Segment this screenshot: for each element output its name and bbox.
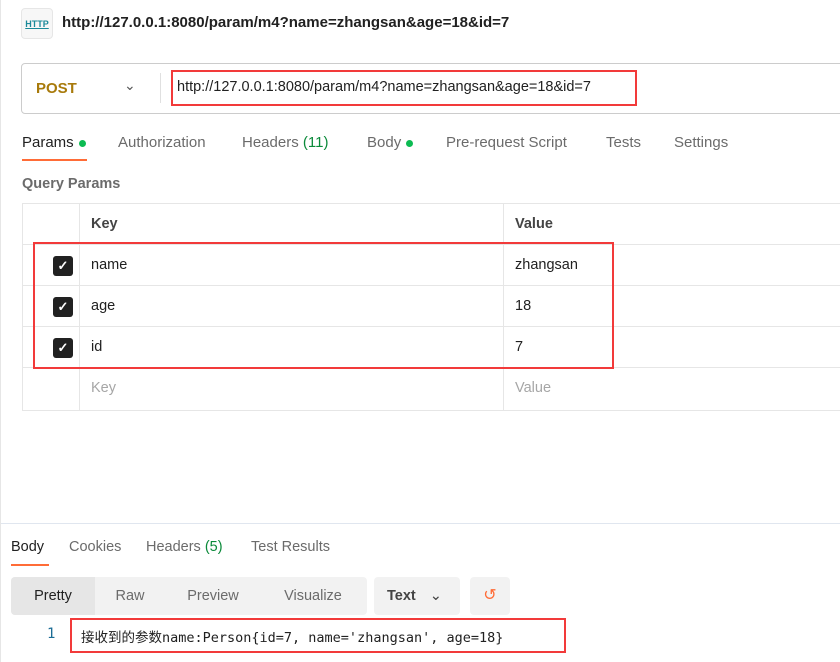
tab-prerequest-script[interactable]: Pre-request Script — [446, 134, 567, 151]
method-select[interactable]: POST — [36, 80, 77, 97]
format-select[interactable]: Text ⌄ — [374, 577, 460, 615]
response-tab-cookies[interactable]: Cookies — [69, 539, 121, 555]
view-pretty[interactable]: Pretty — [11, 577, 95, 615]
key-input[interactable]: Key — [91, 380, 116, 396]
active-tab-underline — [22, 159, 87, 161]
highlight-box — [70, 618, 566, 653]
response-tab-headers[interactable]: Headers (5) — [146, 539, 223, 555]
table-header: Key Value — [23, 204, 840, 245]
divider — [1, 523, 840, 524]
request-title: http://127.0.0.1:8080/param/m4?name=zhan… — [62, 14, 510, 31]
wrap-lines-icon[interactable]: ↺ — [470, 577, 510, 615]
view-mode-group: Pretty Raw Preview Visualize — [11, 577, 367, 615]
active-tab-underline — [11, 564, 49, 566]
tab-body[interactable]: Body — [367, 134, 414, 151]
tab-settings[interactable]: Settings — [674, 134, 728, 151]
chevron-down-icon[interactable]: ⌄ — [124, 77, 136, 94]
tab-authorization[interactable]: Authorization — [118, 134, 206, 151]
value-input[interactable]: Value — [515, 380, 551, 396]
response-tab-test-results[interactable]: Test Results — [251, 539, 330, 555]
status-dot — [406, 139, 414, 147]
tab-tests[interactable]: Tests — [606, 134, 641, 151]
tab-headers[interactable]: Headers (11) — [242, 134, 328, 151]
divider — [160, 73, 161, 103]
view-visualize[interactable]: Visualize — [267, 577, 359, 615]
http-icon: HTTP — [21, 8, 53, 39]
table-row-empty: Key Value — [23, 368, 840, 409]
tab-params[interactable]: Params — [22, 134, 86, 151]
chevron-down-icon: ⌄ — [429, 588, 442, 604]
response-tab-body[interactable]: Body — [11, 539, 44, 555]
section-title: Query Params — [22, 176, 121, 192]
view-raw[interactable]: Raw — [95, 577, 165, 615]
highlight-box — [33, 242, 614, 369]
view-preview[interactable]: Preview — [171, 577, 255, 615]
highlight-box — [171, 70, 637, 106]
line-number: 1 — [47, 626, 56, 642]
status-dot — [78, 139, 86, 147]
